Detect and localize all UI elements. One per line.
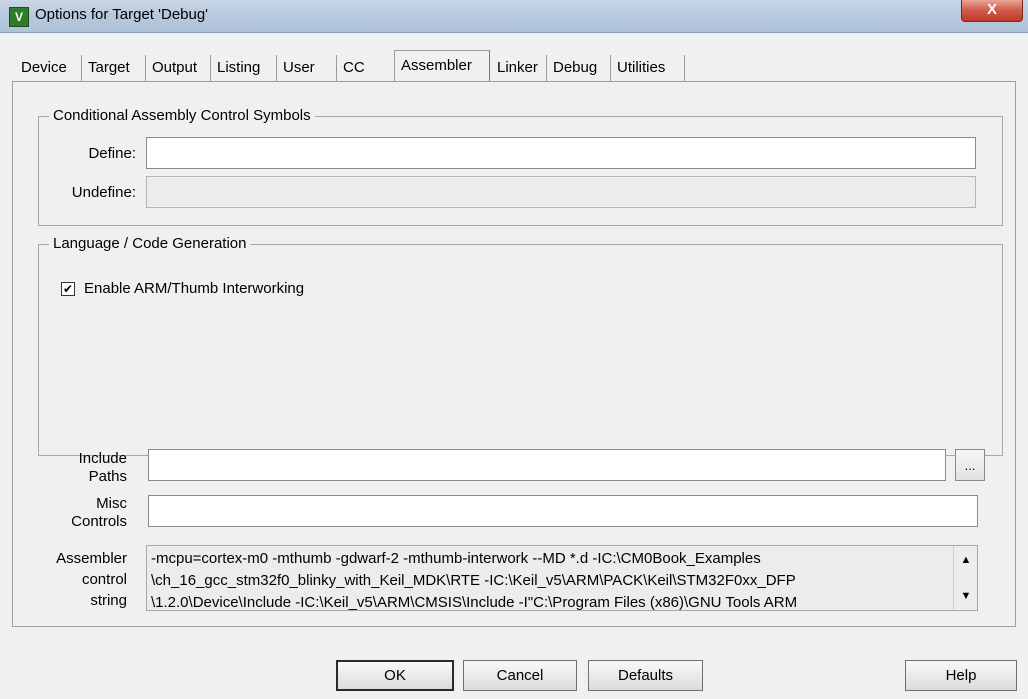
- defaults-button[interactable]: Defaults: [588, 660, 703, 691]
- tab-utilities[interactable]: Utilities: [611, 55, 685, 81]
- keil-app-icon: V: [9, 7, 29, 27]
- language-code-generation-group: Language / Code Generation: [38, 235, 1003, 456]
- control-string-line-3: \1.2.0\Device\Include -IC:\Keil_v5\ARM\C…: [151, 594, 798, 611]
- title-bar[interactable]: V Options for Target 'Debug' X: [0, 0, 1028, 33]
- undefine-label: Undefine:: [71, 184, 136, 201]
- interworking-label[interactable]: Enable ARM/Thumb Interworking: [84, 280, 304, 298]
- tab-listing[interactable]: Listing: [211, 55, 277, 81]
- include-paths-label-line2: Paths: [88, 468, 127, 485]
- help-button[interactable]: Help: [905, 660, 1017, 691]
- control-string-label-line2: control: [81, 571, 127, 588]
- cancel-button[interactable]: Cancel: [463, 660, 577, 691]
- control-string-label-line3: string: [90, 592, 127, 609]
- control-string-label-line1: Assembler: [56, 550, 127, 567]
- interworking-checkbox[interactable]: ✔: [61, 282, 75, 296]
- assembler-control-string[interactable]: -mcpu=cortex-m0 -mthumb -gdwarf-2 -mthum…: [146, 545, 978, 611]
- tab-device[interactable]: Device: [15, 55, 82, 81]
- tab-debug[interactable]: Debug: [547, 55, 611, 81]
- tab-user[interactable]: User: [277, 55, 337, 81]
- conditional-assembly-title: Conditional Assembly Control Symbols: [49, 107, 315, 124]
- tab-linker[interactable]: Linker: [491, 55, 547, 81]
- tab-output[interactable]: Output: [146, 55, 211, 81]
- control-string-line-2: \ch_16_gcc_stm32f0_blinky_with_Keil_MDK\…: [151, 572, 796, 589]
- include-paths-browse-button[interactable]: ...: [955, 449, 985, 481]
- close-button[interactable]: X: [961, 0, 1023, 22]
- ok-button[interactable]: OK: [336, 660, 454, 691]
- undefine-input[interactable]: [146, 176, 976, 208]
- define-input[interactable]: [146, 137, 976, 169]
- define-label: Define:: [88, 145, 136, 162]
- language-code-generation-title: Language / Code Generation: [49, 235, 251, 252]
- control-string-scrollbar[interactable]: ▲ ▼: [953, 546, 977, 610]
- tab-assembler[interactable]: Assembler: [394, 50, 490, 82]
- include-paths-input[interactable]: [148, 449, 946, 481]
- misc-controls-label-line1: Misc: [96, 495, 127, 512]
- include-paths-label-line1: Include: [78, 450, 127, 467]
- window-title: Options for Target 'Debug': [35, 6, 209, 23]
- conditional-assembly-group: Conditional Assembly Control Symbols: [38, 107, 1003, 226]
- misc-controls-label-line2: Controls: [71, 513, 127, 530]
- misc-controls-input[interactable]: [148, 495, 978, 527]
- control-string-line-1: -mcpu=cortex-m0 -mthumb -gdwarf-2 -mthum…: [151, 550, 761, 567]
- scroll-up-arrow-icon[interactable]: ▲: [954, 548, 977, 572]
- tab-cc[interactable]: CC: [337, 55, 369, 81]
- tab-target[interactable]: Target: [82, 55, 146, 81]
- scroll-down-arrow-icon[interactable]: ▼: [954, 584, 977, 608]
